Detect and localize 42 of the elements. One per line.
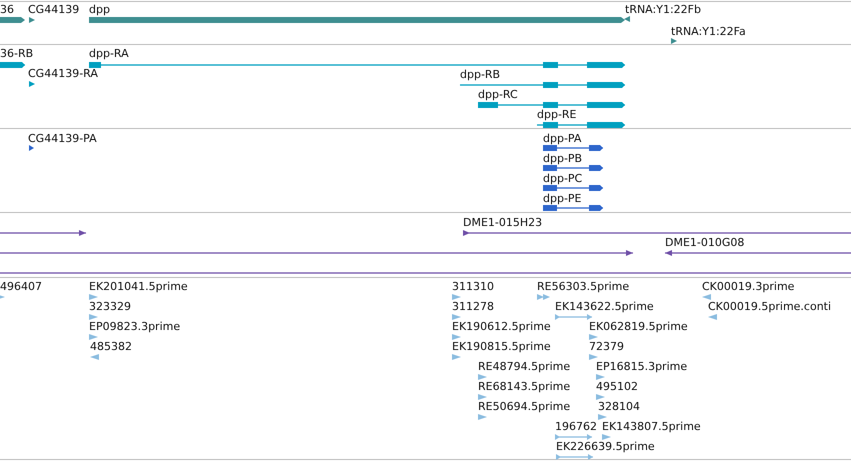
- feature-label: EK062819.5prime: [589, 320, 688, 333]
- feature-label: RE48794.5prime: [478, 360, 570, 373]
- feature-label: dpp-PE: [543, 192, 582, 205]
- feature-label: 323329: [89, 300, 131, 313]
- feature-label: tRNA:Y1:22Fa: [671, 25, 746, 38]
- feature-label: dpp-RB: [460, 68, 500, 81]
- feature-label: dpp-RA: [89, 47, 129, 60]
- feature-label: tRNA:Y1:22Fb: [625, 3, 701, 16]
- feature-label: 196762: [555, 420, 597, 433]
- feature-label: CK00019.3prime: [702, 280, 794, 293]
- feature-label: CK00019.5prime.conti: [708, 300, 832, 313]
- feature-label: CG44139: [28, 3, 80, 16]
- feature-label: 496407: [0, 280, 42, 293]
- feature-label: 495102: [596, 380, 638, 393]
- feature-label: EK143807.5prime: [602, 420, 701, 433]
- feature-label: 36: [0, 3, 14, 16]
- feature-label: dpp-PB: [543, 152, 582, 165]
- feature-label: EK190612.5prime: [452, 320, 551, 333]
- feature-label: EK190815.5prime: [452, 340, 551, 353]
- feature-label: 311310: [452, 280, 494, 293]
- feature-label: EP09823.3prime: [89, 320, 180, 333]
- feature-label: EK201041.5prime: [89, 280, 188, 293]
- feature-label: CG44139-PA: [28, 132, 97, 145]
- feature-label: CG44139-RA: [28, 67, 98, 80]
- feature-label: dpp: [89, 3, 110, 16]
- feature-label: 311278: [452, 300, 494, 313]
- feature-label: RE50694.5prime: [478, 400, 570, 413]
- feature-label: 328104: [598, 400, 640, 413]
- feature-label: DME1-010G08: [665, 236, 744, 249]
- feature-label: EK143622.5prime: [555, 300, 654, 313]
- feature-label: 36-RB: [0, 47, 34, 60]
- feature-label: EK226639.5prime: [556, 440, 655, 453]
- feature-label: EP16815.3prime: [596, 360, 688, 373]
- feature-label: 72379: [589, 340, 624, 353]
- feature-label: dpp-RE: [537, 108, 577, 121]
- feature-label: DME1-015H23: [463, 216, 542, 229]
- feature-label: dpp-PA: [543, 132, 582, 145]
- feature-label: RE56303.5prime: [537, 280, 630, 293]
- feature-label: 485382: [90, 340, 132, 353]
- feature-label: dpp-RC: [478, 88, 518, 101]
- feature-label: dpp-PC: [543, 172, 582, 185]
- feature-label: RE68143.5prime: [478, 380, 570, 393]
